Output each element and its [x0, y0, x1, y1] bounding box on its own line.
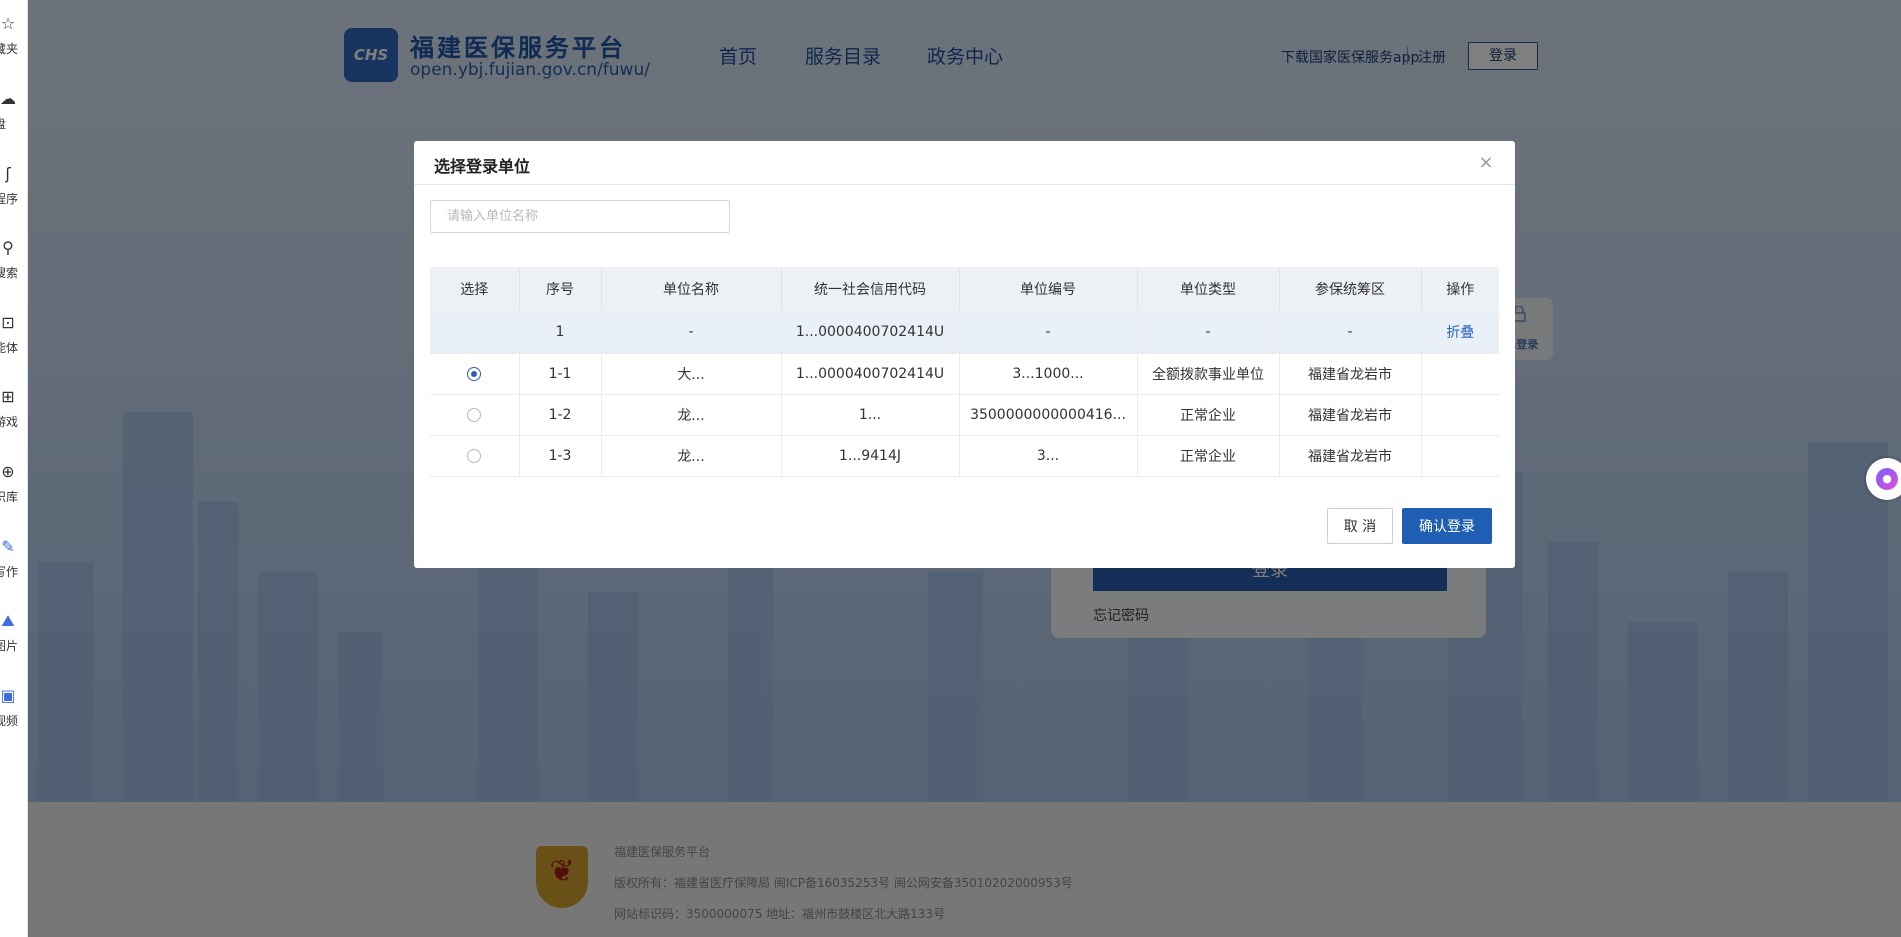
- table-cell-unit-no: 3...1000...: [959, 353, 1138, 395]
- table-cell-credit-code: 1...: [781, 394, 960, 436]
- browser-sidebar: ☆ 藏夹 ☁ 盘 ʃ 程序 ⚲ 搜索 ⊡ 能体 ⊞ 游戏 ⊕ 识库 ✎ 写作 ⛰…: [0, 0, 28, 937]
- gamepad-icon: ⊞: [1, 387, 15, 406]
- table-cell-name: 龙...: [601, 394, 782, 436]
- col-header-region: 参保统筹区: [1279, 267, 1422, 311]
- table-cell-credit-code: 1...0000400702414U: [781, 353, 960, 395]
- sidebar-item-label: 游戏: [0, 415, 19, 429]
- table-cell-action: [1421, 394, 1499, 436]
- sidebar-item-search[interactable]: ⚲ 搜索: [0, 238, 27, 288]
- star-icon: ☆: [0, 14, 16, 33]
- cloud-icon: ☁: [0, 89, 16, 108]
- unit-radio-selected[interactable]: [467, 366, 482, 381]
- col-header-unit-no: 单位编号: [959, 267, 1138, 311]
- table-cell-type: 正常企业: [1137, 435, 1280, 477]
- cancel-button[interactable]: 取 消: [1327, 508, 1393, 544]
- table-cell-credit-code: 1...9414J: [781, 435, 960, 477]
- sidebar-item-writing[interactable]: ✎ 写作: [0, 537, 27, 587]
- table-cell-name: 大...: [601, 353, 782, 395]
- unit-search-input[interactable]: [430, 200, 730, 233]
- table-cell-index: 1-3: [519, 435, 602, 477]
- modal-title: 选择登录单位: [434, 157, 531, 176]
- table-cell-unit-no: 3...: [959, 435, 1138, 477]
- sidebar-item-label: 能体: [0, 341, 19, 355]
- pen-icon: ✎: [1, 537, 15, 556]
- col-header-unit-name: 单位名称: [601, 267, 782, 311]
- col-header-credit-code: 统一社会信用代码: [781, 267, 960, 311]
- sidebar-item-label: 盘: [0, 115, 6, 132]
- table-header-row: 选择 序号 单位名称 统一社会信用代码 单位编号 单位类型 参保统筹区 操作: [430, 267, 1499, 311]
- agent-icon: ⊡: [1, 313, 15, 332]
- col-header-index: 序号: [519, 267, 602, 311]
- table-row[interactable]: 1-1 大... 1...0000400702414U 3...1000... …: [430, 353, 1499, 395]
- table-cell-index: 1-1: [519, 353, 602, 395]
- table-cell-index: 1: [519, 311, 602, 354]
- unit-radio[interactable]: [467, 448, 482, 463]
- table-cell-select: [430, 394, 520, 436]
- sidebar-item-favorites[interactable]: ☆ 藏夹: [0, 14, 27, 64]
- video-icon: ▣: [0, 686, 16, 705]
- table-cell-name: -: [601, 311, 782, 354]
- table-cell-region: 福建省龙岩市: [1279, 394, 1422, 436]
- mini-program-icon: ʃ: [5, 164, 11, 183]
- sidebar-item-label: 写作: [0, 565, 19, 579]
- sidebar-item-games[interactable]: ⊞ 游戏: [0, 387, 27, 437]
- confirm-login-button[interactable]: 确认登录: [1402, 508, 1492, 544]
- table-cell-region: -: [1279, 311, 1422, 354]
- sidebar-item-label: 视频: [0, 714, 19, 728]
- sidebar-item-image[interactable]: ⛰ 图片: [0, 611, 27, 661]
- close-icon[interactable]: ×: [1474, 151, 1498, 175]
- table-group-row: 1 - 1‌...0000400702414U - - - 折叠: [430, 311, 1499, 354]
- assistant-icon: ●: [1876, 468, 1898, 490]
- sidebar-item-label: 搜索: [0, 266, 19, 280]
- collapse-link[interactable]: 折叠: [1446, 325, 1474, 341]
- table-cell-name: 龙...: [601, 435, 782, 477]
- sidebar-item-knowledge[interactable]: ⊕ 识库: [0, 462, 27, 512]
- unit-table: 选择 序号 单位名称 统一社会信用代码 单位编号 单位类型 参保统筹区 操作 1…: [430, 267, 1499, 477]
- table-cell-unit-no: -: [959, 311, 1138, 354]
- table-cell: [430, 311, 520, 354]
- sidebar-item-video[interactable]: ▣ 视频: [0, 686, 27, 736]
- table-cell-unit-no: 3500000000000416...: [959, 394, 1138, 436]
- table-cell-type: 全额拨款事业单位: [1137, 353, 1280, 395]
- image-icon: ⛰: [1, 611, 15, 630]
- table-cell-select: [430, 435, 520, 477]
- table-cell-region: 福建省龙岩市: [1279, 353, 1422, 395]
- col-header-action: 操作: [1421, 267, 1499, 311]
- table-cell-select: [430, 353, 520, 395]
- sidebar-item-label: 程序: [0, 192, 19, 206]
- sidebar-item-agent[interactable]: ⊡ 能体: [0, 313, 27, 363]
- table-row[interactable]: 1-2 龙... 1... 3500000000000416... 正常企业 福…: [430, 394, 1499, 436]
- select-unit-modal: 选择登录单位 × 选择 序号 单位名称 统一社会信用代码 单位编号 单位类型 参…: [414, 141, 1515, 568]
- knowledge-icon: ⊕: [1, 462, 15, 481]
- table-cell-action: [1421, 353, 1499, 395]
- sidebar-item-label: 藏夹: [0, 42, 19, 56]
- sidebar-item-label: 图片: [0, 639, 19, 653]
- modal-header: 选择登录单位 ×: [414, 141, 1515, 185]
- col-header-select: 选择: [430, 267, 520, 311]
- table-cell-index: 1-2: [519, 394, 602, 436]
- table-cell-action: 折叠: [1421, 311, 1499, 354]
- unit-radio[interactable]: [467, 407, 482, 422]
- table-row[interactable]: 1-3 龙... 1...9414J 3... 正常企业 福建省龙岩市: [430, 435, 1499, 477]
- search-icon: ⚲: [2, 238, 14, 257]
- sidebar-item-cloud[interactable]: ☁ 盘: [0, 89, 27, 139]
- table-cell-action: [1421, 435, 1499, 477]
- table-cell-credit-code: 1‌...0000400702414U: [781, 311, 960, 354]
- sidebar-item-mini-program[interactable]: ʃ 程序: [0, 164, 27, 214]
- sidebar-item-label: 识库: [0, 490, 19, 504]
- table-cell-region: 福建省龙岩市: [1279, 435, 1422, 477]
- col-header-unit-type: 单位类型: [1137, 267, 1280, 311]
- assistant-float-button[interactable]: ●: [1866, 458, 1901, 500]
- table-cell-type: -: [1137, 311, 1280, 354]
- table-cell-type: 正常企业: [1137, 394, 1280, 436]
